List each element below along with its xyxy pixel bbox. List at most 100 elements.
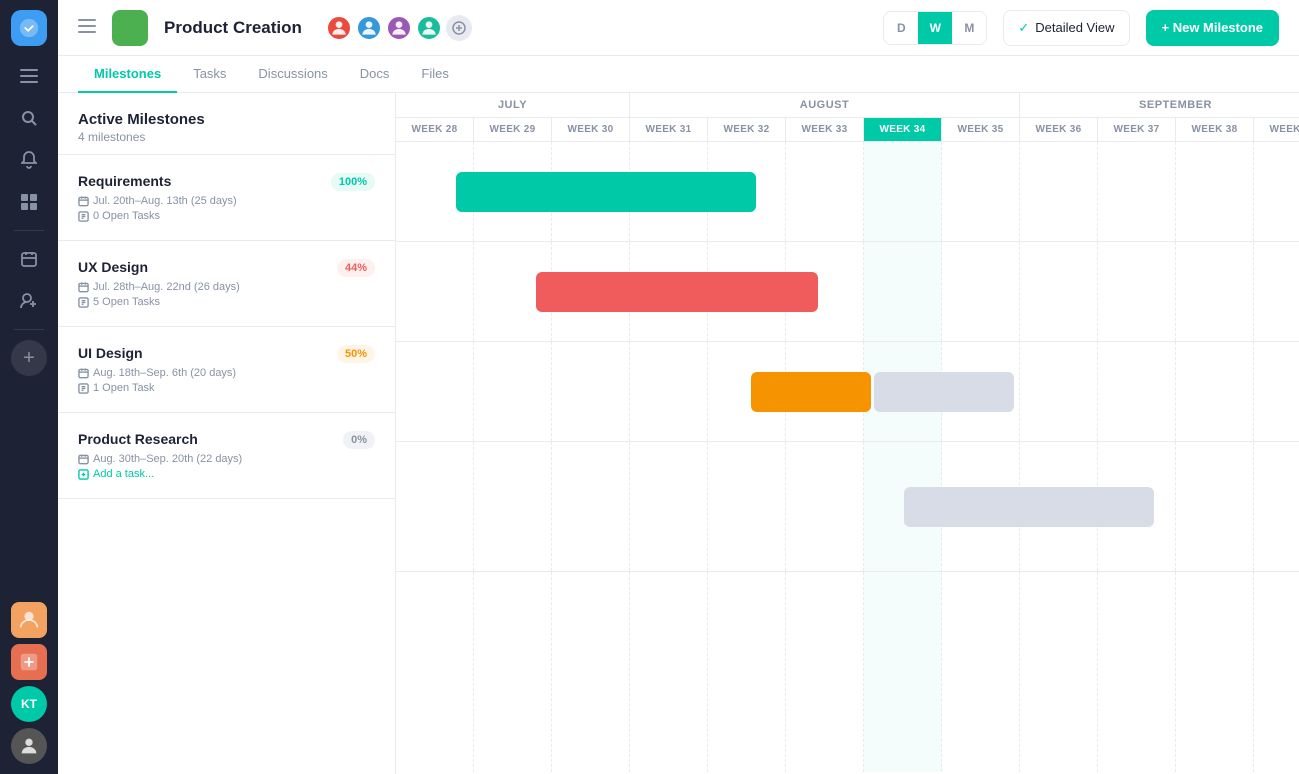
ui-design-badge: 50% <box>337 345 375 363</box>
cell-e-3 <box>630 572 708 772</box>
calendar-small-icon-3 <box>78 368 89 379</box>
add-task-link[interactable]: Add a task... <box>78 468 375 480</box>
gantt-body <box>396 142 1299 772</box>
menu-icon[interactable] <box>11 58 47 94</box>
week-35[interactable]: WEEK 35 <box>942 118 1020 141</box>
week-39[interactable]: WEEK 39 <box>1254 118 1299 141</box>
search-icon[interactable] <box>11 100 47 136</box>
ux-design-date: Jul. 28th–Aug. 22nd (26 days) <box>78 281 375 293</box>
bar-ui-design-remaining[interactable] <box>874 372 1014 412</box>
cell-e-8 <box>1020 572 1098 772</box>
project-title: Product Creation <box>164 18 302 38</box>
bar-ux-design[interactable] <box>536 272 818 312</box>
calendar-small-icon-2 <box>78 282 89 293</box>
july-label: JULY <box>396 93 630 118</box>
project-avatar-1[interactable] <box>11 602 47 638</box>
cell-r0-7 <box>942 142 1020 241</box>
panel-title: Active Milestones <box>78 111 375 128</box>
cell-r0-5 <box>786 142 864 241</box>
hamburger-button[interactable] <box>78 17 96 38</box>
view-month-button[interactable]: M <box>952 12 986 44</box>
august-label: AUGUST <box>630 93 1020 118</box>
nav-tabs: Milestones Tasks Discussions Docs Files <box>58 56 1299 93</box>
tab-docs[interactable]: Docs <box>344 56 406 93</box>
cell-r3-0 <box>396 442 474 571</box>
week-29[interactable]: WEEK 29 <box>474 118 552 141</box>
content-area: Active Milestones 4 milestones 100% Requ… <box>58 93 1299 774</box>
member-avatar-2[interactable] <box>356 15 382 41</box>
week-34[interactable]: WEEK 34 <box>864 118 942 141</box>
tasks-small-icon-3 <box>78 383 89 394</box>
member-avatar-4[interactable] <box>416 15 442 41</box>
member-avatar-3[interactable] <box>386 15 412 41</box>
gantt-row-requirements <box>396 142 1299 242</box>
tab-discussions[interactable]: Discussions <box>242 56 343 93</box>
requirements-badge: 100% <box>331 173 375 191</box>
calendar-icon[interactable] <box>11 241 47 277</box>
cell-e-0 <box>396 572 474 772</box>
tab-tasks[interactable]: Tasks <box>177 56 242 93</box>
week-33[interactable]: WEEK 33 <box>786 118 864 141</box>
bar-ui-design-done[interactable] <box>751 372 871 412</box>
app-logo[interactable] <box>11 10 47 46</box>
bell-icon[interactable] <box>11 142 47 178</box>
gantt-row-product-research <box>396 442 1299 572</box>
cell-r2-11 <box>1254 342 1299 441</box>
cell-r1-0 <box>396 242 474 341</box>
gantt-row-empty <box>396 572 1299 772</box>
cell-r0-10 <box>1176 142 1254 241</box>
cell-r3-5 <box>786 442 864 571</box>
tasks-small-icon <box>78 211 89 222</box>
week-32[interactable]: WEEK 32 <box>708 118 786 141</box>
detailed-view-label: Detailed View <box>1035 20 1114 35</box>
ux-design-tasks: 5 Open Tasks <box>78 296 375 308</box>
panel-subtitle: 4 milestones <box>78 130 375 144</box>
tab-milestones[interactable]: Milestones <box>78 56 177 93</box>
bar-product-research[interactable] <box>904 487 1154 527</box>
project-avatar-kt[interactable]: KT <box>11 686 47 722</box>
july-weeks: WEEK 28 WEEK 29 WEEK 30 <box>396 118 630 141</box>
cell-r1-6 <box>864 242 942 341</box>
new-milestone-button[interactable]: + New Milestone <box>1146 10 1280 46</box>
gantt-chart: JULY WEEK 28 WEEK 29 WEEK 30 AUGUST WEEK… <box>396 93 1299 774</box>
month-september: SEPTEMBER WEEK 36 WEEK 37 WEEK 38 WEEK 3… <box>1020 93 1299 141</box>
header: 🎯 Product Creation <box>58 0 1299 56</box>
bar-requirements[interactable] <box>456 172 756 212</box>
grid-icon[interactable] <box>11 184 47 220</box>
september-weeks: WEEK 36 WEEK 37 WEEK 38 WEEK 39 <box>1020 118 1299 141</box>
cell-e-10 <box>1176 572 1254 772</box>
cell-r3-3 <box>630 442 708 571</box>
calendar-small-icon <box>78 196 89 207</box>
requirements-date: Jul. 20th–Aug. 13th (25 days) <box>78 195 375 207</box>
view-week-button[interactable]: W <box>918 12 952 44</box>
calendar-small-icon-4 <box>78 454 89 465</box>
cell-r2-10 <box>1176 342 1254 441</box>
tab-files[interactable]: Files <box>405 56 464 93</box>
user-avatar[interactable] <box>11 728 47 764</box>
sidebar-divider <box>14 230 44 231</box>
cell-e-2 <box>552 572 630 772</box>
add-project-button[interactable]: + <box>11 340 47 376</box>
milestone-requirements: 100% Requirements Jul. 20th–Aug. 13th (2… <box>58 155 395 241</box>
cell-r2-9 <box>1098 342 1176 441</box>
gantt-row-ui-design <box>396 342 1299 442</box>
detailed-view-button[interactable]: ✓ Detailed View <box>1003 10 1129 46</box>
week-28[interactable]: WEEK 28 <box>396 118 474 141</box>
week-38[interactable]: WEEK 38 <box>1176 118 1254 141</box>
add-member-button[interactable] <box>446 15 472 41</box>
week-37[interactable]: WEEK 37 <box>1098 118 1176 141</box>
week-36[interactable]: WEEK 36 <box>1020 118 1098 141</box>
product-research-name: Product Research <box>78 431 375 447</box>
project-avatar-2[interactable] <box>11 644 47 680</box>
ux-design-name: UX Design <box>78 259 375 275</box>
member-avatar-1[interactable] <box>326 15 352 41</box>
view-day-button[interactable]: D <box>884 12 918 44</box>
project-icon: 🎯 <box>112 10 148 46</box>
product-research-date: Aug. 30th–Sep. 20th (22 days) <box>78 453 375 465</box>
week-30[interactable]: WEEK 30 <box>552 118 630 141</box>
cell-r1-7 <box>942 242 1020 341</box>
cell-r2-2 <box>552 342 630 441</box>
week-31[interactable]: WEEK 31 <box>630 118 708 141</box>
cell-r0-8 <box>1020 142 1098 241</box>
add-user-icon[interactable] <box>11 283 47 319</box>
